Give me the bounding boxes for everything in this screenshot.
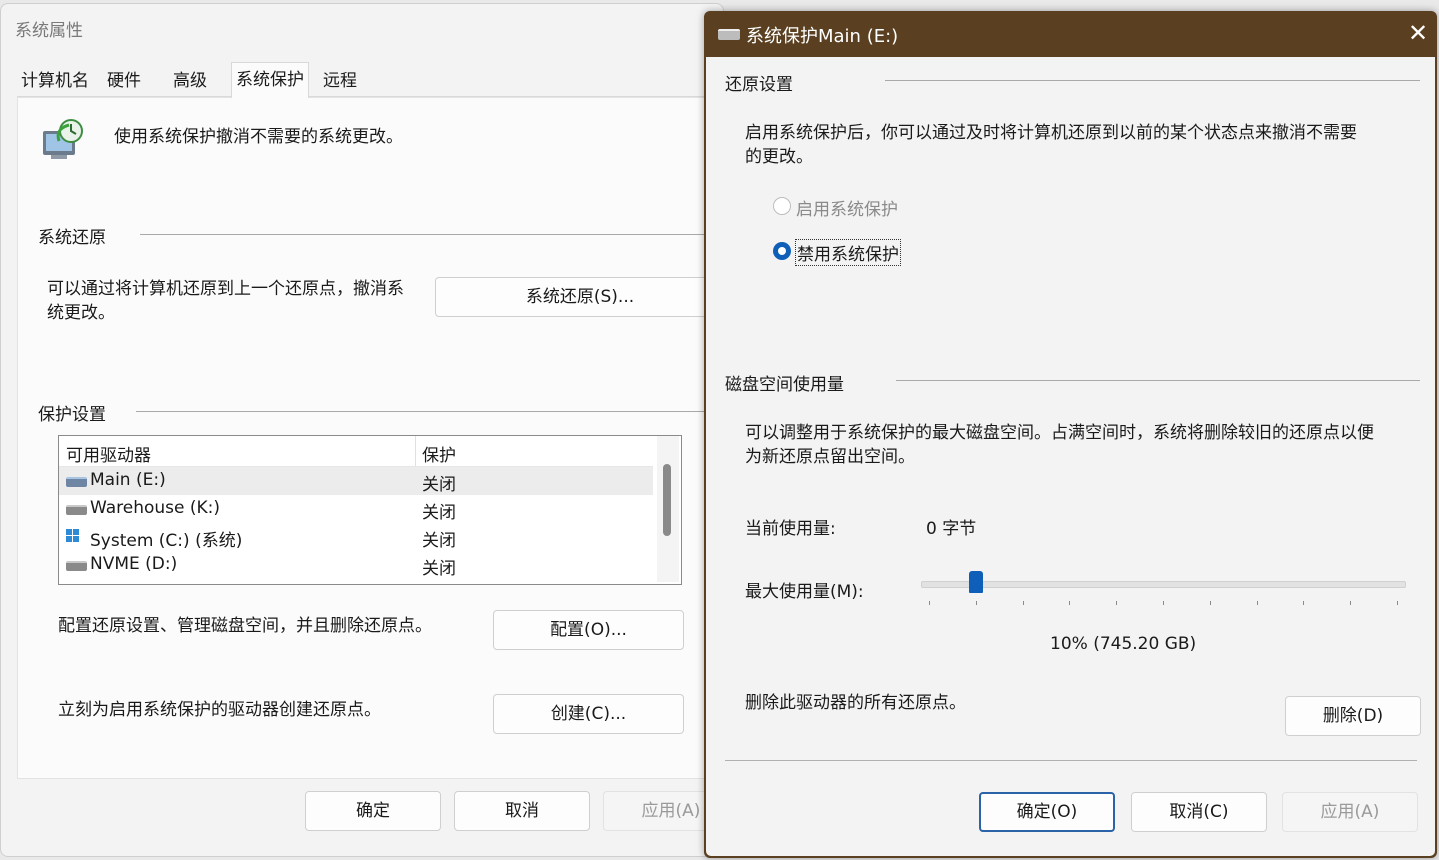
slider-tick [1303,601,1305,605]
dialog-cancel-button[interactable]: 取消(C) [1131,792,1267,832]
drive-list[interactable]: 可用驱动器 保护 Main (E:) 关闭 Warehouse (K:) 关闭 … [58,435,682,585]
slider-tick [1256,601,1258,605]
dialog-ok-button[interactable]: 确定(O) [979,792,1115,832]
drive-protection: 关闭 [422,503,456,523]
intro-text: 使用系统保护撤消不需要的系统更改。 [114,127,403,147]
group-divider [140,234,723,235]
group-divider [136,411,723,412]
slider-tick [975,601,977,605]
configure-button[interactable]: 配置(O)... [493,610,684,650]
disk-usage-desc-line2: 为新还原点留出空间。 [745,447,915,467]
tab-hardware[interactable]: 硬件 [103,66,145,96]
system-restore-icon [43,119,83,159]
drive-icon [718,29,740,40]
create-text: 立刻为启用系统保护的驱动器创建还原点。 [58,700,381,720]
close-icon[interactable]: ✕ [1406,19,1430,47]
current-usage-label: 当前使用量: [745,519,836,539]
window-title: 系统属性 [15,21,83,41]
list-item[interactable]: System (C:) (系统) 关闭 [59,523,653,551]
slider-tick [1116,601,1118,605]
list-scrollbar[interactable] [657,436,679,582]
protection-group-title: 保护设置 [38,405,106,425]
column-header-protection[interactable]: 保护 [422,441,456,466]
list-item[interactable]: NVME (D:) 关闭 [59,551,653,579]
drive-protection: 关闭 [422,475,456,495]
slider-tick [1209,601,1211,605]
windows-drive-icon [66,529,80,543]
disable-protection-radio[interactable] [773,242,791,260]
list-header: 可用驱动器 保护 [59,436,653,467]
cancel-button[interactable]: 取消 [454,791,590,831]
restore-settings-desc-line1: 启用系统保护后，你可以通过及时将计算机还原到以前的某个状态点来撤消不需要 [745,123,1357,143]
drive-name: Warehouse (K:) [90,498,221,518]
restore-settings-title: 还原设置 [725,75,793,95]
disable-protection-label[interactable]: 禁用系统保护 [795,239,901,266]
delete-points-text: 删除此驱动器的所有还原点。 [745,693,966,713]
max-usage-value: 10% (745.20 GB) [1050,634,1197,654]
slider-tick [1397,601,1398,605]
tab-system-protection[interactable]: 系统保护 [231,62,309,98]
group-divider [885,80,1420,81]
create-button[interactable]: 创建(C)... [493,694,684,734]
column-header-drive[interactable]: 可用驱动器 [66,441,151,466]
ok-button[interactable]: 确定 [305,791,441,831]
drive-name: Main (E:) [90,470,166,490]
enable-protection-label[interactable]: 启用系统保护 [796,195,898,220]
delete-button[interactable]: 删除(D) [1285,696,1421,736]
dialog-apply-button[interactable]: 应用(A) [1282,792,1418,832]
slider-tick [1163,601,1164,605]
column-divider [415,436,416,466]
drive-protection: 关闭 [422,531,456,551]
max-usage-slider-thumb[interactable] [968,571,983,593]
tab-strip: 计算机名 硬件 高级 系统保护 远程 [17,62,717,98]
system-properties-window: 系统属性 计算机名 硬件 高级 系统保护 远程 使用系统保护撤消不需要的系统更改… [0,3,724,857]
slider-tick [1022,601,1024,605]
current-usage-value: 0 字节 [926,519,977,539]
drive-icon [66,505,87,515]
disk-usage-title: 磁盘空间使用量 [725,375,844,395]
footer-divider [725,760,1417,761]
configure-text: 配置还原设置、管理磁盘空间，并且删除还原点。 [58,616,432,636]
drive-name: NVME (D:) [90,554,178,574]
scrollbar-thumb[interactable] [663,464,671,536]
list-item[interactable]: Main (E:) 关闭 [59,467,653,495]
enable-protection-radio[interactable] [773,197,791,215]
slider-tick [1069,601,1071,605]
drive-icon [66,561,87,571]
drive-icon [66,477,87,487]
max-usage-slider-track[interactable] [921,581,1406,588]
restore-settings-desc-line2: 的更改。 [745,147,813,167]
drive-protection: 关闭 [422,559,456,579]
tab-remote[interactable]: 远程 [319,66,361,96]
group-divider [896,380,1420,381]
drive-name: System (C:) (系统) [90,531,243,551]
disk-usage-desc-line1: 可以调整用于系统保护的最大磁盘空间。占满空间时，系统将删除较旧的还原点以便 [745,423,1374,443]
list-item[interactable]: Warehouse (K:) 关闭 [59,495,653,523]
restore-desc-line1: 可以通过将计算机还原到上一个还原点，撤消系 [47,279,404,299]
slider-tick [1350,601,1352,605]
slider-tick [929,601,930,605]
tab-advanced[interactable]: 高级 [169,66,211,96]
tab-computer-name[interactable]: 计算机名 [17,66,93,96]
max-usage-label: 最大使用量(M): [745,582,864,602]
dialog-title: 系统保护Main (E:) [746,26,899,47]
restore-group-title: 系统还原 [38,228,106,248]
restore-desc-line2: 统更改。 [47,303,115,323]
system-restore-button[interactable]: 系统还原(S)... [435,277,723,317]
